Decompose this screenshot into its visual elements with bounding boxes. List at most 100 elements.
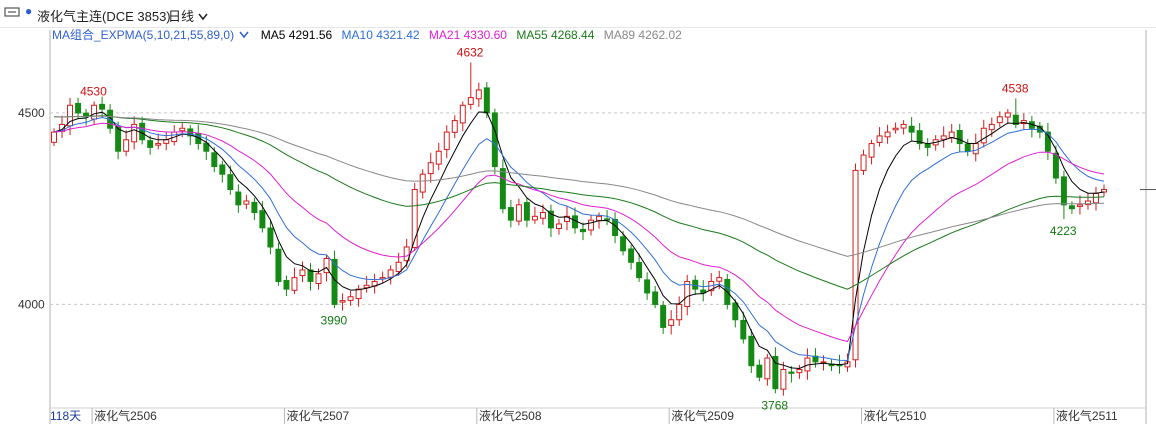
candle-body-23 [236,192,241,205]
candle-body-9 [124,140,129,151]
candle-body-57 [508,208,513,221]
extreme-label-4538: 4538 [1002,81,1029,95]
candle-body-27 [268,228,273,247]
legend-ma55: MA55 4268.44 [516,28,594,42]
candlestick-chart[interactable]: 40004500453039904632376845384223液化气2506液… [0,0,1156,426]
ma-line-5 [54,112,1104,369]
candle-body-31 [300,270,305,276]
candle-body-75 [653,292,658,304]
candle-body-43 [396,262,401,271]
candle-body-33 [316,274,321,284]
candle-body-73 [637,263,642,278]
candle-body-63 [556,224,561,229]
legend-ma5: MA5 4291.56 [261,28,332,42]
candle-body-3 [76,103,81,112]
extreme-label-4223: 4223 [1050,224,1077,238]
candle-body-96 [821,362,826,363]
candle-body-93 [797,370,802,373]
candle-body-60 [532,216,537,220]
candle-body-89 [765,358,770,379]
candle-body-104 [885,132,890,137]
extreme-label-3768: 3768 [761,398,788,412]
candle-body-59 [524,203,529,221]
candle-body-77 [669,320,674,326]
candle-body-111 [941,136,946,139]
candle-body-5 [92,105,97,119]
candle-body-49 [444,132,449,149]
candle-body-117 [989,124,994,129]
candle-body-25 [252,202,257,212]
candle-body-114 [965,144,970,151]
candle-body-36 [340,301,345,303]
y-tick-label-4500: 4500 [18,106,45,120]
candle-body-86 [741,320,746,338]
candle-body-16 [180,128,185,130]
candle-body-29 [284,281,289,290]
x-tick-label-126: 液化气2511 [1056,408,1118,423]
extreme-label-4632: 4632 [457,45,484,59]
indicator-legend: MA组合_EXPMA(5,10,21,55,89,0) MA5 4291.56 … [52,26,688,42]
candle-body-58 [516,205,521,221]
candle-body-22 [228,175,233,190]
candle-body-126 [1061,177,1066,205]
candle-body-61 [540,213,545,219]
candle-body-105 [893,128,898,130]
candle-body-102 [869,144,874,158]
candle-body-52 [468,98,473,105]
candle-body-78 [677,304,682,319]
x-tick-label-30: 液化气2507 [286,408,349,423]
indicator-group-label[interactable]: MA组合_EXPMA(5,10,21,55,89,0) [52,28,234,42]
candle-body-109 [925,144,930,147]
candle-body-106 [901,124,906,128]
candle-body-131 [1102,190,1107,192]
chevron-down-icon[interactable] [239,31,249,39]
candle-body-21 [220,165,225,174]
candle-body-28 [276,249,281,281]
candle-body-128 [1077,205,1082,207]
x-tick-label-54: 液化气2508 [479,408,542,423]
candle-body-0 [52,132,57,142]
candle-body-71 [621,237,626,251]
candle-body-68 [597,216,602,220]
legend-ma10: MA10 4321.42 [342,28,420,42]
candle-body-66 [581,229,586,231]
candle-body-107 [909,126,914,132]
candle-body-87 [749,336,754,365]
candle-body-103 [877,136,882,143]
candle-body-56 [500,169,505,209]
days-count: 118天 [50,407,81,424]
candle-body-38 [356,289,361,298]
candle-body-42 [388,270,393,277]
candle-body-54 [484,88,489,113]
candle-body-92 [789,372,794,373]
candle-body-12 [148,141,153,148]
candle-body-53 [476,90,481,99]
candle-body-11 [140,123,145,139]
candle-body-20 [212,153,217,167]
candle-body-88 [757,365,762,377]
extreme-label-3990: 3990 [321,313,348,327]
candle-body-26 [260,211,265,228]
candle-body-130 [1093,193,1098,202]
candle-body-6 [100,104,105,109]
candle-body-48 [436,151,441,164]
candle-body-113 [957,130,962,143]
x-tick-label-78: 液化气2509 [671,408,734,423]
candle-body-127 [1069,206,1074,209]
candle-body-13 [156,144,161,146]
candle-body-125 [1053,153,1058,178]
candle-body-46 [420,174,425,192]
candle-body-118 [997,117,1002,123]
legend-ma21: MA21 4330.60 [429,28,507,42]
candle-body-76 [661,306,666,328]
candle-body-30 [292,278,297,291]
candle-body-79 [685,281,690,306]
candle-body-85 [733,303,738,320]
candle-body-119 [1005,113,1010,117]
candle-body-74 [645,280,650,293]
candle-body-91 [781,370,786,390]
candle-body-67 [589,220,594,230]
candle-body-50 [452,121,457,133]
legend-ma89: MA89 4262.02 [604,28,682,42]
candle-body-112 [949,132,954,137]
